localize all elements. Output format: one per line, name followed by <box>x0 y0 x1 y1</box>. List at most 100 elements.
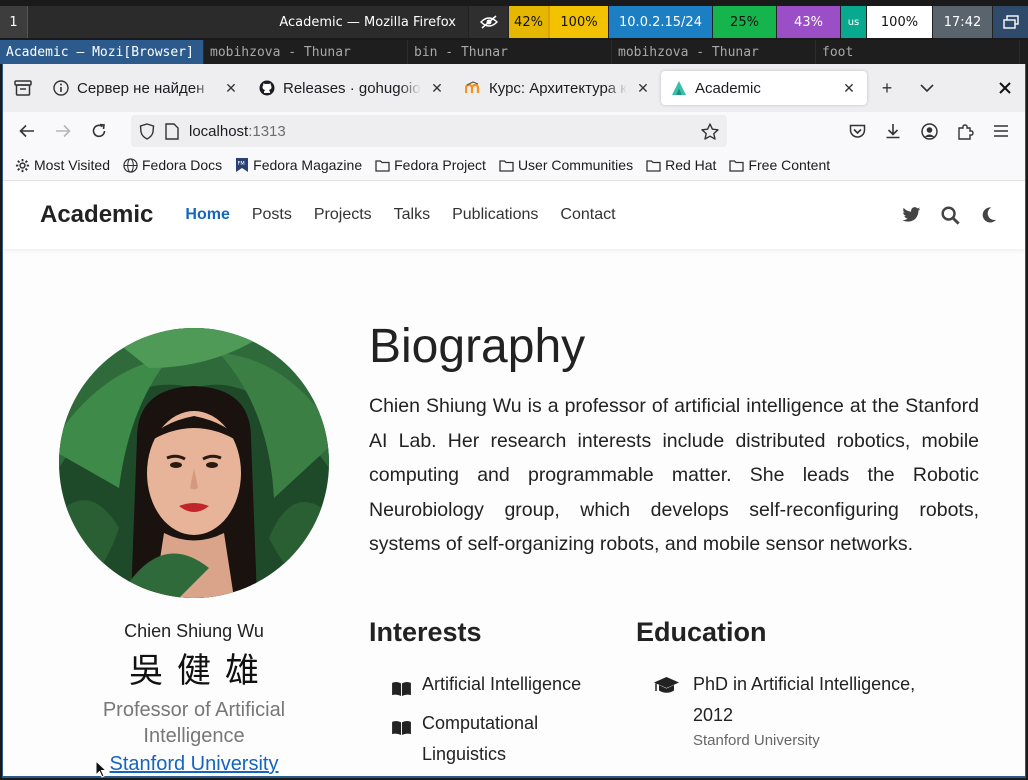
close-tab-icon[interactable]: ✕ <box>429 80 445 97</box>
web-page: Academic Home Posts Projects Talks Publi… <box>3 180 1025 776</box>
forward-button[interactable] <box>45 115 81 147</box>
brightness-indicator[interactable]: 100% <box>866 6 932 38</box>
profile-name-chinese: 吳健雄 <box>129 651 273 691</box>
book-icon <box>391 669 413 707</box>
window-switch-icon[interactable] <box>992 6 1028 38</box>
menu-item-posts[interactable]: Posts <box>252 206 292 224</box>
site-menu: Home Posts Projects Talks Publications C… <box>185 206 615 224</box>
window-tab[interactable]: mobihzova - Thunar <box>204 40 408 64</box>
interest-label: Artificial Intelligence <box>422 674 582 694</box>
interests-heading: Interests <box>369 617 482 647</box>
bookmark-free-content[interactable]: Free Content <box>729 157 830 173</box>
downloads-button[interactable] <box>875 115 911 147</box>
account-button[interactable] <box>911 115 947 147</box>
window-tab[interactable]: mobihzova - Thunar <box>612 40 816 64</box>
profile-role: Professor of Artificial Intelligence <box>102 699 286 747</box>
academic-icon <box>672 81 686 95</box>
menu-item-talks[interactable]: Talks <box>394 206 430 224</box>
clock: 17:42 <box>932 6 992 38</box>
twitter-icon[interactable] <box>902 207 921 223</box>
shield-icon[interactable] <box>139 122 155 140</box>
keyboard-layout-indicator[interactable]: us <box>840 6 866 38</box>
bookmark-fedora-docs[interactable]: Fedora Docs <box>123 157 222 173</box>
bookmark-label: Most Visited <box>34 157 110 173</box>
window-tab[interactable]: bin - Thunar <box>408 40 612 64</box>
tab-label: Releases · gohugoio/hugo <box>283 79 421 97</box>
menu-item-home[interactable]: Home <box>185 206 229 224</box>
page-icon[interactable] <box>165 122 179 140</box>
privacy-eye-icon <box>468 6 508 38</box>
network-indicator: 10.0.2.15/24 <box>608 6 712 38</box>
app-menu-button[interactable] <box>983 115 1019 147</box>
interest-item: Artificial Intelligence <box>391 669 621 707</box>
chevron-down-icon <box>920 84 934 93</box>
folder-icon <box>375 159 390 172</box>
window-list: Academic — Mozi[Browser] mobihzova - Thu… <box>0 40 1028 64</box>
close-window-button[interactable] <box>985 64 1025 112</box>
plus-icon: + <box>881 77 893 98</box>
bookmark-label: Red Hat <box>665 157 717 173</box>
firefox-window: Сервер не найден ✕ Releases · gohugoio/h… <box>2 64 1026 778</box>
biography-text: Chien Shiung Wu is a professor of artifi… <box>369 395 979 556</box>
new-tab-button[interactable]: + <box>867 64 907 112</box>
pocket-icon <box>849 124 865 138</box>
menu-item-projects[interactable]: Projects <box>314 206 372 224</box>
close-tab-icon[interactable]: ✕ <box>841 80 857 97</box>
menu-item-publications[interactable]: Publications <box>452 206 538 224</box>
firefox-view-icon <box>14 80 32 96</box>
menu-item-contact[interactable]: Contact <box>560 206 615 224</box>
puzzle-icon <box>957 123 974 140</box>
site-nav-icons <box>902 205 997 225</box>
bookmark-label: Fedora Docs <box>142 157 223 173</box>
reload-button[interactable] <box>81 115 117 147</box>
moodle-icon <box>465 81 480 93</box>
list-all-tabs-button[interactable] <box>907 64 947 112</box>
volume-indicator[interactable]: 100% <box>548 6 608 38</box>
github-icon <box>259 80 275 96</box>
close-tab-icon[interactable]: ✕ <box>635 80 651 97</box>
folder-icon <box>729 159 745 172</box>
tab-academic[interactable]: Academic ✕ <box>661 71 867 105</box>
tab-server-not-found[interactable]: Сервер не найден ✕ <box>43 71 249 105</box>
moon-icon[interactable] <box>980 206 997 224</box>
account-icon <box>920 122 938 140</box>
biography-heading: Biography <box>369 320 586 373</box>
hamburger-menu-icon <box>994 125 1008 137</box>
fedora-magazine-icon: FM <box>236 158 249 172</box>
site-brand[interactable]: Academic <box>40 201 153 229</box>
workspace-indicator[interactable]: 1 <box>0 6 28 38</box>
arrow-left-icon <box>19 124 34 138</box>
search-icon[interactable] <box>941 205 960 225</box>
back-button[interactable] <box>9 115 45 147</box>
interest-item: Computational Linguistics <box>391 708 621 770</box>
bookmark-label: User Communities <box>517 157 634 173</box>
window-tab[interactable]: Academic — Mozi[Browser] <box>0 40 204 64</box>
mouse-pointer-icon <box>95 760 107 778</box>
bookmark-label: Fedora Project <box>394 157 486 173</box>
tab-label: Сервер не найден <box>77 79 205 97</box>
bookmark-red-hat[interactable]: Red Hat <box>646 157 716 173</box>
focused-window-title: Academic — Mozilla Firefox <box>279 14 456 30</box>
bookmark-user-communities[interactable]: User Communities <box>499 157 633 173</box>
arrow-right-icon <box>56 124 71 138</box>
folder-icon <box>646 159 661 172</box>
url-bar[interactable]: localhost:1313 <box>131 115 727 147</box>
education-degree: PhD in Artificial Intelligence, 2012 <box>693 674 916 725</box>
firefox-view-button[interactable] <box>3 64 43 112</box>
bookmark-most-visited[interactable]: Most Visited <box>15 157 110 173</box>
bookmark-fedora-magazine[interactable]: FM Fedora Magazine <box>235 157 362 173</box>
extensions-button[interactable] <box>947 115 983 147</box>
bookmark-fedora-project[interactable]: Fedora Project <box>375 157 486 173</box>
tab-releases[interactable]: Releases · gohugoio/hugo ✕ <box>249 71 455 105</box>
bookmark-star-icon[interactable] <box>701 122 719 140</box>
info-icon <box>53 80 69 96</box>
window-tab[interactable]: foot <box>816 40 1020 64</box>
system-status-bar: 1 Academic — Mozilla Firefox 42% 100% 10… <box>0 6 1028 38</box>
status-spacer <box>28 6 279 38</box>
site-navbar: Academic Home Posts Projects Talks Publi… <box>3 181 1025 249</box>
tab-label: Academic <box>695 79 761 97</box>
close-tab-icon[interactable]: ✕ <box>223 80 239 97</box>
tab-course[interactable]: Курс: Архитектура компьютера ✕ <box>455 71 661 105</box>
pocket-button[interactable] <box>839 115 875 147</box>
folder-icon <box>499 159 514 172</box>
